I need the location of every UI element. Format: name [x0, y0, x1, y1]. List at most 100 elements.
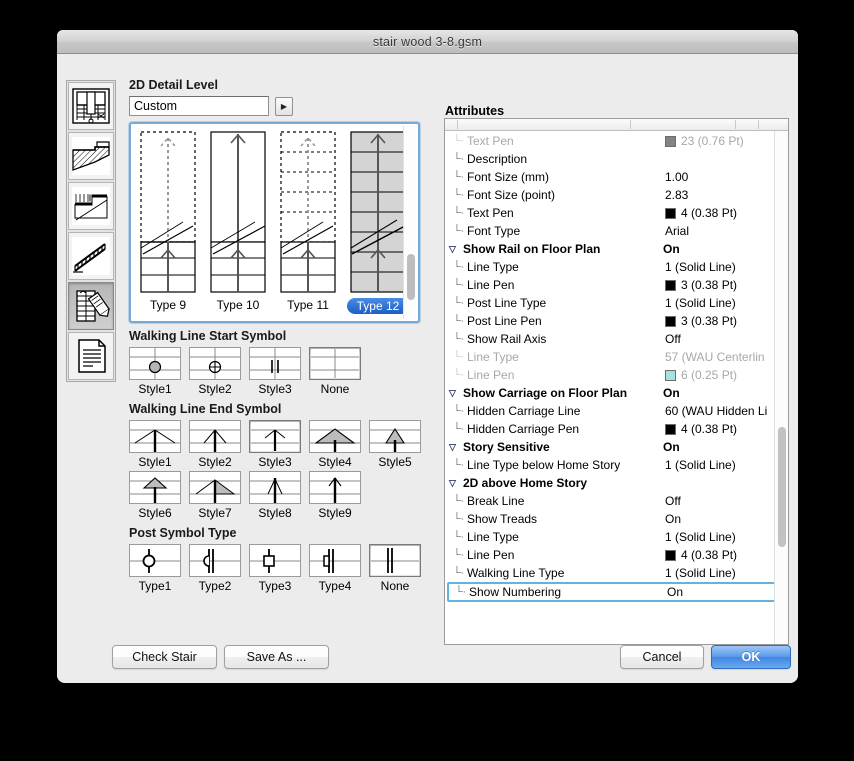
symbol-option[interactable]: Style5 — [369, 420, 421, 469]
attribute-value[interactable]: On — [663, 242, 680, 256]
column-divider[interactable] — [758, 120, 759, 129]
wl-end-style9-icon[interactable] — [309, 471, 361, 504]
wl-end-style4-icon[interactable] — [309, 420, 361, 453]
attribute-row[interactable]: └∙ Show Treads On — [445, 510, 788, 528]
attribute-value[interactable]: 1.00 — [665, 170, 688, 184]
attribute-value[interactable]: On — [665, 512, 681, 526]
attribute-row[interactable]: └∙ Text Pen 23 (0.76 Pt) — [445, 132, 788, 150]
attribute-value[interactable]: 1 (Solid Line) — [665, 458, 736, 472]
stair-type-item[interactable]: Type 10 — [207, 130, 269, 314]
symbol-option[interactable]: Style6 — [129, 471, 181, 520]
attribute-value[interactable]: 4 (0.38 Pt) — [665, 548, 737, 562]
attribute-row[interactable]: └∙ Line Pen 3 (0.38 Pt) — [445, 276, 788, 294]
sidebar-item-2d-symbol[interactable] — [68, 282, 114, 330]
gallery-scrollbar-thumb[interactable] — [407, 254, 415, 300]
attribute-value[interactable]: On — [663, 386, 680, 400]
symbol-option[interactable]: Style3 — [249, 347, 301, 396]
wl-start-style1-icon[interactable] — [129, 347, 181, 380]
attribute-value[interactable]: 23 (0.76 Pt) — [665, 134, 744, 148]
wl-end-style6-icon[interactable] — [129, 471, 181, 504]
symbol-option[interactable]: Style2 — [189, 347, 241, 396]
attribute-row[interactable]: └∙ Font Type Arial — [445, 222, 788, 240]
attribute-row[interactable]: └∙ Post Line Pen 3 (0.38 Pt) — [445, 312, 788, 330]
attribute-value[interactable]: 57 (WAU Centerlin — [665, 350, 765, 364]
wl-end-style3-icon[interactable] — [249, 420, 301, 453]
wl-start-style3-icon[interactable] — [249, 347, 301, 380]
symbol-option[interactable]: Style1 — [129, 420, 181, 469]
attribute-value[interactable]: 4 (0.38 Pt) — [665, 422, 737, 436]
symbol-option[interactable]: Type1 — [129, 544, 181, 593]
sidebar-item-listing[interactable] — [68, 332, 114, 380]
post-type1-icon[interactable] — [129, 544, 181, 577]
attribute-row[interactable]: ▽ Show Carriage on Floor Plan On — [445, 384, 788, 402]
attribute-row[interactable]: ▽ 2D above Home Story — [445, 474, 788, 492]
post-none-icon[interactable] — [369, 544, 421, 577]
detail-level-popup-button[interactable]: ▶ — [275, 96, 293, 116]
wl-start-none-icon[interactable] — [309, 347, 361, 380]
symbol-option[interactable]: None — [369, 544, 421, 593]
wl-end-style2-icon[interactable] — [189, 420, 241, 453]
attribute-value[interactable]: On — [663, 440, 680, 454]
attribute-row[interactable]: └∙ Hidden Carriage Pen 4 (0.38 Pt) — [445, 420, 788, 438]
column-divider[interactable] — [735, 120, 736, 129]
symbol-option[interactable]: Style2 — [189, 420, 241, 469]
attribute-row[interactable]: └∙ Line Type 1 (Solid Line) — [445, 528, 788, 546]
attribute-row[interactable]: └∙ Description — [445, 150, 788, 168]
symbol-option[interactable]: Type3 — [249, 544, 301, 593]
attributes-column-header[interactable] — [445, 119, 788, 131]
attribute-row[interactable]: └∙ Walking Line Type 1 (Solid Line) — [445, 564, 788, 582]
wl-end-style5-icon[interactable] — [369, 420, 421, 453]
attribute-value[interactable]: 2.83 — [665, 188, 688, 202]
attribute-row[interactable]: └∙ Font Size (mm) 1.00 — [445, 168, 788, 186]
attribute-row[interactable]: └∙ Font Size (point) 2.83 — [445, 186, 788, 204]
post-type3-icon[interactable] — [249, 544, 301, 577]
symbol-option[interactable]: Style7 — [189, 471, 241, 520]
attribute-row[interactable]: └∙ Line Type below Home Story 1 (Solid Lin… — [445, 456, 788, 474]
detail-level-input[interactable]: Custom — [129, 96, 269, 116]
column-divider[interactable] — [630, 120, 631, 129]
wl-end-style1-icon[interactable] — [129, 420, 181, 453]
attribute-value[interactable]: On — [667, 585, 683, 599]
attribute-value[interactable]: 1 (Solid Line) — [665, 566, 736, 580]
attribute-value[interactable]: Off — [665, 332, 681, 346]
symbol-option[interactable]: Style1 — [129, 347, 181, 396]
stair-type-gallery[interactable]: Type 9 Type 10 Type 11 Type 12 — [129, 122, 420, 323]
attribute-row[interactable]: └∙ Line Pen 6 (0.25 Pt) — [445, 366, 788, 384]
attribute-value[interactable]: Off — [665, 494, 681, 508]
symbol-option[interactable]: None — [309, 347, 361, 396]
stair-type-item[interactable]: Type 12 — [347, 130, 409, 314]
attribute-value[interactable]: Arial — [665, 224, 689, 238]
attribute-value[interactable]: 1 (Solid Line) — [665, 260, 736, 274]
attribute-value[interactable]: 60 (WAU Hidden Li — [665, 404, 767, 418]
stair-type-item[interactable]: Type 11 — [277, 130, 339, 314]
sidebar-item-railing-view[interactable] — [68, 232, 114, 280]
gallery-scrollbar[interactable] — [403, 126, 416, 319]
attribute-row-selected[interactable]: └∙ Show Numbering On — [447, 582, 786, 602]
symbol-option[interactable]: Type2 — [189, 544, 241, 593]
save-as-button[interactable]: Save As ... — [224, 645, 329, 669]
ok-button[interactable]: OK — [711, 645, 791, 669]
attribute-row[interactable]: └∙ Hidden Carriage Line 60 (WAU Hidden Li — [445, 402, 788, 420]
symbol-option[interactable]: Style8 — [249, 471, 301, 520]
attributes-scrollbar-thumb[interactable] — [778, 427, 786, 547]
cancel-button[interactable]: Cancel — [620, 645, 704, 669]
attributes-scrollbar[interactable] — [774, 131, 788, 644]
symbol-option[interactable]: Style3 — [249, 420, 301, 469]
attribute-row[interactable]: └∙ Break Line Off — [445, 492, 788, 510]
attribute-value[interactable]: 4 (0.38 Pt) — [665, 206, 737, 220]
attribute-row[interactable]: └∙ Line Type 1 (Solid Line) — [445, 258, 788, 276]
attribute-row[interactable]: └∙ Show Rail Axis Off — [445, 330, 788, 348]
post-type2-icon[interactable] — [189, 544, 241, 577]
attribute-value[interactable]: 1 (Solid Line) — [665, 296, 736, 310]
wl-end-style7-icon[interactable] — [189, 471, 241, 504]
symbol-option[interactable]: Type4 — [309, 544, 361, 593]
attribute-row[interactable]: ▽ Show Rail on Floor Plan On — [445, 240, 788, 258]
stair-type-item[interactable]: Type 9 — [137, 130, 199, 314]
wl-start-style2-icon[interactable] — [189, 347, 241, 380]
attribute-value[interactable]: 3 (0.38 Pt) — [665, 314, 737, 328]
attribute-value[interactable]: 1 (Solid Line) — [665, 530, 736, 544]
check-stair-button[interactable]: Check Stair — [112, 645, 217, 669]
attribute-row[interactable]: ▽ Story Sensitive On — [445, 438, 788, 456]
sidebar-item-profile-view[interactable] — [68, 182, 114, 230]
sidebar-item-plan-view[interactable] — [68, 82, 114, 130]
